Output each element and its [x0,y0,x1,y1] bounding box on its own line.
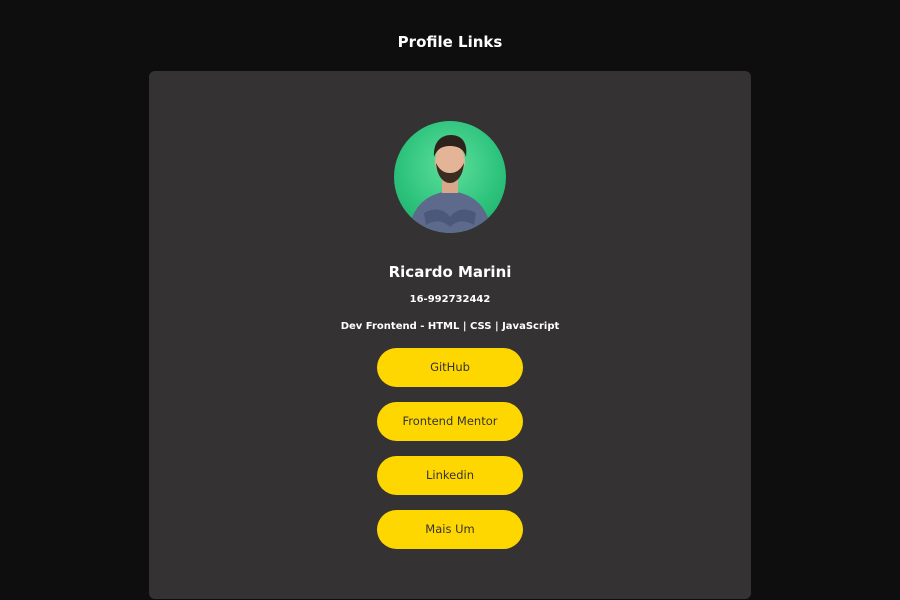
profile-avatar [394,121,506,233]
profile-phone: 16-992732442 [409,294,491,305]
github-link-button[interactable]: GitHub [377,348,523,387]
profile-card: Ricardo Marini 16-992732442 Dev Frontend… [149,71,751,599]
mais-um-link-button[interactable]: Mais Um [377,510,523,549]
link-list-item: GitHub [377,348,523,387]
profile-name: Ricardo Marini [388,263,512,281]
link-list: GitHub Frontend Mentor Linkedin Mais Um [377,348,523,564]
profile-role: Dev Frontend - HTML | CSS | JavaScript [340,321,560,332]
linkedin-link-button[interactable]: Linkedin [377,456,523,495]
frontend-mentor-link-button[interactable]: Frontend Mentor [377,402,523,441]
link-list-item: Linkedin [377,456,523,495]
link-list-item: Mais Um [377,510,523,549]
page-title: Profile Links [397,33,503,51]
link-list-item: Frontend Mentor [377,402,523,441]
